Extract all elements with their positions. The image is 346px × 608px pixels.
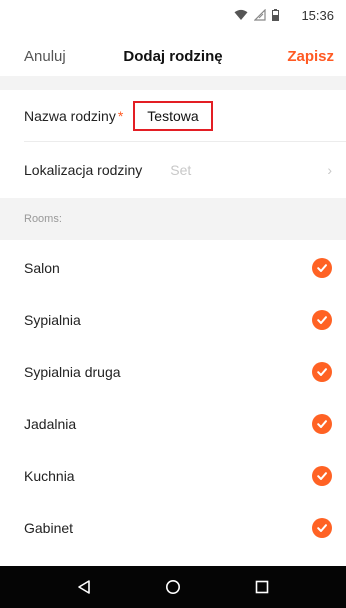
checkmark-icon[interactable] — [312, 258, 332, 278]
status-time: 15:36 — [301, 7, 334, 23]
rooms-header-label: Rooms: — [24, 213, 62, 225]
family-location-row[interactable]: Lokalizacja rodziny Set › — [0, 144, 346, 196]
room-row-kuchnia[interactable]: Kuchnia — [0, 450, 346, 502]
room-label: Sypialnia druga — [24, 364, 121, 380]
room-row-gabinet[interactable]: Gabinet — [0, 502, 346, 554]
checkmark-icon[interactable] — [312, 414, 332, 434]
recents-icon — [255, 580, 268, 594]
room-label: Gabinet — [24, 520, 74, 536]
top-nav-bar: Anuluj Dodaj rodzinę Zapisz — [0, 36, 346, 76]
room-label: Sypialnia — [24, 312, 81, 328]
recents-button[interactable] — [242, 567, 282, 607]
rooms-section-header: Rooms: — [0, 198, 346, 240]
back-icon — [78, 580, 91, 594]
checkmark-icon[interactable] — [312, 310, 332, 330]
wifi-icon — [234, 9, 248, 20]
battery-icon — [272, 9, 280, 21]
status-icons — [234, 9, 280, 21]
checkmark-icon[interactable] — [312, 518, 332, 538]
room-row-sypialnia-druga[interactable]: Sypialnia druga — [0, 346, 346, 398]
checkmark-icon[interactable] — [312, 466, 332, 486]
home-icon — [165, 580, 180, 594]
family-location-label: Lokalizacja rodziny — [24, 162, 143, 178]
signal-icon — [254, 9, 267, 21]
room-label: Kuchnia — [24, 468, 75, 484]
back-button[interactable] — [64, 567, 104, 607]
room-row-sypialnia[interactable]: Sypialnia — [0, 294, 346, 346]
family-name-row: Nazwa rodziny * Testowa — [0, 90, 346, 142]
family-name-label: Nazwa rodziny — [24, 108, 116, 124]
room-row-jadalnia[interactable]: Jadalnia — [0, 398, 346, 450]
room-label: Jadalnia — [24, 416, 77, 432]
checkmark-icon[interactable] — [312, 362, 332, 382]
home-button[interactable] — [153, 567, 193, 607]
section-divider — [0, 76, 346, 90]
family-location-value: Set — [170, 162, 192, 178]
required-mark: * — [117, 108, 124, 124]
cancel-button[interactable]: Anuluj — [24, 48, 66, 65]
family-name-input[interactable]: Testowa — [133, 101, 213, 131]
room-label: Salon — [24, 260, 60, 276]
save-button[interactable]: Zapisz — [287, 48, 334, 65]
room-row-salon[interactable]: Salon — [0, 242, 346, 294]
status-bar: 15:36 — [0, 0, 346, 30]
system-nav-bar — [0, 566, 346, 608]
chevron-right-icon: › — [327, 162, 332, 178]
